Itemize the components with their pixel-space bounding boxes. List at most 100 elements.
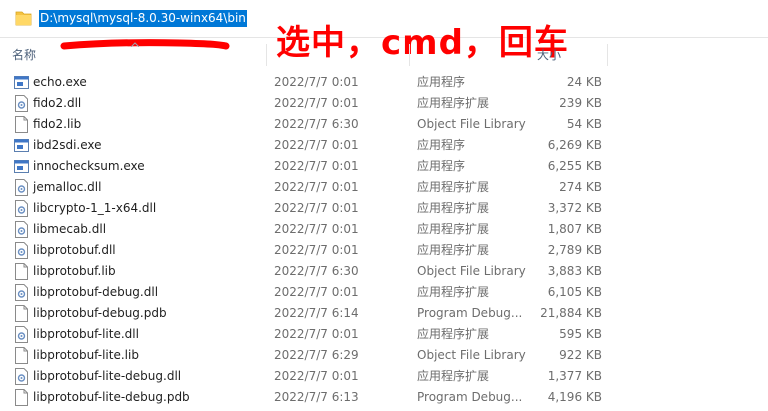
file-date: 2022/7/7 6:30 [274, 264, 359, 278]
file-date: 2022/7/7 0:01 [274, 75, 359, 89]
file-size: 595 KB [559, 327, 602, 341]
file-row[interactable]: libprotobuf-lite-debug.dll 2022/7/7 0:01 应… [0, 366, 768, 387]
file-size: 1,807 KB [547, 222, 602, 236]
file-row[interactable]: libprotobuf-lite-debug.pdb 2022/7/7 6:13 P… [0, 387, 768, 408]
file-name: libprotobuf-debug.pdb [33, 306, 167, 320]
exe-icon [14, 137, 29, 154]
column-header-size[interactable]: 大小 [537, 46, 561, 64]
pdb-icon [14, 305, 29, 322]
file-size: 3,372 KB [547, 201, 602, 215]
file-name: libprotobuf-debug.dll [33, 285, 159, 299]
file-date: 2022/7/7 0:01 [274, 285, 359, 299]
file-row[interactable]: echo.exe 2022/7/7 0:01 应用程序 24 KB [0, 72, 768, 93]
file-row[interactable]: fido2.dll 2022/7/7 0:01 应用程序扩展 239 KB [0, 93, 768, 114]
file-name: libprotobuf-lite.dll [33, 327, 139, 341]
file-date: 2022/7/7 0:01 [274, 138, 359, 152]
file-type: Program Debug... [417, 390, 523, 404]
file-date: 2022/7/7 0:01 [274, 327, 359, 341]
dll-icon [14, 221, 29, 238]
file-name: libcrypto-1_1-x64.dll [33, 201, 157, 215]
file-row[interactable]: libprotobuf-debug.pdb 2022/7/7 6:14 Progra… [0, 303, 768, 324]
file-type: 应用程序扩展 [417, 201, 490, 215]
file-name: jemalloc.dll [33, 180, 102, 194]
file-date: 2022/7/7 0:01 [274, 369, 359, 383]
file-row[interactable]: jemalloc.dll 2022/7/7 0:01 应用程序扩展 274 KB [0, 177, 768, 198]
file-size: 1,377 KB [547, 369, 602, 383]
file-row[interactable]: libprotobuf-debug.dll 2022/7/7 0:01 应用程序扩展… [0, 282, 768, 303]
file-name: libprotobuf.dll [33, 243, 116, 257]
file-row[interactable]: libprotobuf-lite.lib 2022/7/7 6:29 Object … [0, 345, 768, 366]
file-type: 应用程序扩展 [417, 180, 490, 194]
file-size: 21,884 KB [540, 306, 602, 320]
file-size: 24 KB [566, 75, 602, 89]
file-type: Object File Library [417, 117, 526, 131]
file-date: 2022/7/7 0:01 [274, 180, 359, 194]
column-divider[interactable] [607, 44, 608, 66]
file-date: 2022/7/7 6:30 [274, 117, 359, 131]
lib-icon [14, 116, 29, 133]
file-name: ibd2sdi.exe [33, 138, 102, 152]
file-size: 2,789 KB [547, 243, 602, 257]
lib-icon [14, 347, 29, 364]
dll-icon [14, 242, 29, 259]
file-name: fido2.lib [33, 117, 82, 131]
file-row[interactable]: libprotobuf.lib 2022/7/7 6:30 Object File … [0, 261, 768, 282]
dll-icon [14, 284, 29, 301]
file-size: 6,105 KB [547, 285, 602, 299]
column-divider[interactable] [409, 44, 410, 66]
file-row[interactable]: libcrypto-1_1-x64.dll 2022/7/7 0:01 应用程序扩展… [0, 198, 768, 219]
file-type: 应用程序扩展 [417, 369, 490, 383]
file-row[interactable]: libmecab.dll 2022/7/7 0:01 应用程序扩展 1,807 KB [0, 219, 768, 240]
dll-icon [14, 326, 29, 343]
file-size: 6,269 KB [547, 138, 602, 152]
file-size: 3,883 KB [547, 264, 602, 278]
file-type: 应用程序 [417, 138, 466, 152]
file-name: libmecab.dll [33, 222, 107, 236]
file-date: 2022/7/7 6:29 [274, 348, 359, 362]
file-date: 2022/7/7 6:13 [274, 390, 359, 404]
dll-icon [14, 95, 29, 112]
file-date: 2022/7/7 0:01 [274, 159, 359, 173]
file-type: 应用程序扩展 [417, 222, 490, 236]
file-size: 4,196 KB [547, 390, 602, 404]
exe-icon [14, 158, 29, 175]
column-headers: 名称 大小 [0, 42, 768, 68]
file-row[interactable]: libprotobuf-lite.dll 2022/7/7 0:01 应用程序扩展 5… [0, 324, 768, 345]
file-row[interactable]: ibd2sdi.exe 2022/7/7 0:01 应用程序 6,269 KB [0, 135, 768, 156]
file-type: 应用程序扩展 [417, 96, 490, 110]
file-date: 2022/7/7 0:01 [274, 96, 359, 110]
file-date: 2022/7/7 6:14 [274, 306, 359, 320]
file-row[interactable]: fido2.lib 2022/7/7 6:30 Object File Librar… [0, 114, 768, 135]
file-date: 2022/7/7 0:01 [274, 201, 359, 215]
file-size: 6,255 KB [547, 159, 602, 173]
file-size: 239 KB [559, 96, 602, 110]
address-path[interactable]: D:\mysql\mysql-8.0.30-winx64\bin [39, 10, 247, 27]
exe-icon [14, 74, 29, 91]
file-type: 应用程序扩展 [417, 243, 490, 257]
file-type: Program Debug... [417, 306, 523, 320]
file-date: 2022/7/7 0:01 [274, 243, 359, 257]
file-type: Object File Library [417, 348, 526, 362]
lib-icon [14, 263, 29, 280]
file-type: 应用程序 [417, 159, 466, 173]
file-row[interactable]: libprotobuf.dll 2022/7/7 0:01 应用程序扩展 2,789 … [0, 240, 768, 261]
folder-icon [15, 11, 32, 26]
column-divider[interactable] [266, 44, 267, 66]
file-row[interactable]: innochecksum.exe 2022/7/7 0:01 应用程序 6,255 K… [0, 156, 768, 177]
sort-caret-icon [131, 42, 139, 47]
column-header-name[interactable]: 名称 [12, 46, 36, 64]
file-name: libprotobuf-lite-debug.dll [33, 369, 182, 383]
file-name: fido2.dll [33, 96, 82, 110]
file-name: innochecksum.exe [33, 159, 145, 173]
pdb-icon [14, 389, 29, 406]
file-type: 应用程序扩展 [417, 327, 490, 341]
file-size: 274 KB [559, 180, 602, 194]
dll-icon [14, 368, 29, 385]
file-type: 应用程序 [417, 75, 466, 89]
file-name: libprotobuf-lite-debug.pdb [33, 390, 190, 404]
file-size: 922 KB [559, 348, 602, 362]
dll-icon [14, 200, 29, 217]
dll-icon [14, 179, 29, 196]
file-name: libprotobuf.lib [33, 264, 116, 278]
file-name: echo.exe [33, 75, 87, 89]
